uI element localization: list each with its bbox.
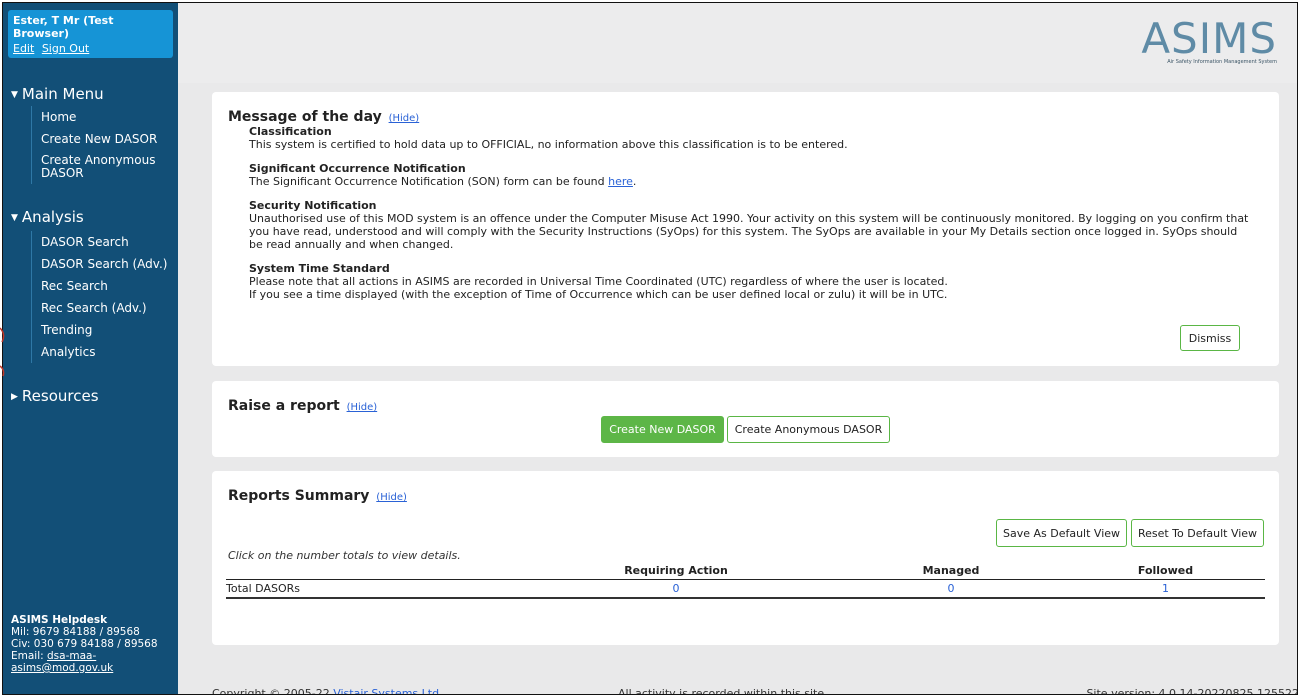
helpdesk-email-prefix: Email: — [11, 650, 48, 662]
sidebar-item-create-anonymous-dasor[interactable]: Create Anonymous DASOR — [41, 150, 174, 184]
user-name: Ester, T Mr (Test Browser) — [13, 14, 114, 40]
raise-hide-link[interactable]: (Hide) — [347, 402, 378, 413]
son-text-end: . — [632, 175, 637, 188]
raise-title-row: Raise a report (Hide) — [228, 398, 1263, 414]
son-text: The Significant Occurrence Notification … — [249, 175, 609, 188]
main-menu-label: Main Menu — [21, 85, 104, 103]
asims-logo: ASIMS Air Safety Information Management … — [1141, 14, 1277, 66]
table-row: Total DASORs 0 0 1 — [226, 579, 1265, 599]
summary-hint: Click on the number totals to view detai… — [228, 549, 461, 562]
column-header-followed: Followed — [1066, 562, 1265, 580]
expanded-triangle-icon: ▼ — [11, 213, 18, 223]
sidebar-item-analytics[interactable]: Analytics — [41, 341, 174, 363]
sidebar-item-rec-search-adv[interactable]: Rec Search (Adv.) — [41, 297, 174, 319]
reports-summary-panel: Reports Summary (Hide) Save As Default V… — [212, 471, 1279, 645]
create-anonymous-dasor-button[interactable]: Create Anonymous DASOR — [727, 416, 890, 443]
user-box: Ester, T Mr (Test Browser) Edit Sign Out — [8, 10, 173, 58]
time-standard-text-1: Please note that all actions in ASIMS ar… — [249, 275, 948, 288]
raise-title: Raise a report — [228, 398, 340, 414]
sidebar-item-trending[interactable]: Trending — [41, 319, 174, 341]
sidebar-item-dasor-search-adv[interactable]: DASOR Search (Adv.) — [41, 253, 174, 275]
motd-title-row: Message of the day (Hide) — [228, 109, 1263, 125]
sidebar-item-create-new-dasor[interactable]: Create New DASOR — [41, 128, 174, 150]
dismiss-button[interactable]: Dismiss — [1180, 325, 1240, 351]
column-header-managed: Managed — [836, 562, 1066, 580]
site-version: Site version: 4.0.14-20220825.125522 — [1086, 687, 1298, 695]
activity-notice: All activity is recorded within this sit… — [618, 687, 825, 695]
son-heading: Significant Occurrence Notification — [249, 162, 466, 175]
analysis-group: DASOR Search DASOR Search (Adv.) Rec Sea… — [31, 231, 174, 363]
time-standard-text-2: If you see a time displayed (with the ex… — [249, 288, 948, 301]
edit-user-link[interactable]: Edit — [13, 42, 34, 55]
summary-title-row: Reports Summary (Hide) — [228, 488, 1263, 504]
message-of-the-day-panel: Message of the day (Hide) Classification… — [212, 92, 1279, 366]
sidebar-item-dasor-search[interactable]: DASOR Search — [41, 231, 174, 253]
app-frame: Ester, T Mr (Test Browser) Edit Sign Out… — [2, 2, 1298, 695]
analysis-label: Analysis — [21, 208, 84, 226]
save-default-view-button[interactable]: Save As Default View — [996, 519, 1127, 547]
main-menu-heading[interactable]: ▼ Main Menu — [11, 85, 104, 103]
logo-text: ASIMS — [1141, 14, 1277, 63]
sidebar-item-rec-search[interactable]: Rec Search — [41, 275, 174, 297]
main-menu-group: Home Create New DASOR Create Anonymous D… — [31, 106, 174, 184]
resources-heading[interactable]: ▶ Resources — [11, 387, 99, 405]
sign-out-link[interactable]: Sign Out — [42, 42, 89, 55]
helpdesk-info: ASIMS Helpdesk Mil: 9679 84188 / 89568 C… — [11, 614, 176, 674]
header: ASIMS Air Safety Information Management … — [178, 3, 1297, 83]
sidebar: Ester, T Mr (Test Browser) Edit Sign Out… — [3, 3, 178, 694]
security-text: Unauthorised use of this MOD system is a… — [249, 212, 1249, 251]
annotation-mark — [0, 327, 5, 377]
vistair-link[interactable]: Vistair Systems Ltd — [333, 687, 439, 694]
summary-hide-link[interactable]: (Hide) — [376, 492, 407, 503]
motd-hide-link[interactable]: (Hide) — [389, 113, 420, 124]
copyright-text: Copyright © 2005-22 — [212, 687, 334, 695]
collapsed-triangle-icon: ▶ — [11, 392, 18, 402]
sidebar-item-home[interactable]: Home — [41, 106, 174, 128]
classification-text: This system is certified to hold data up… — [249, 138, 848, 151]
resources-label: Resources — [21, 387, 99, 405]
son-here-link[interactable]: here — [608, 175, 633, 188]
motd-title: Message of the day — [228, 109, 382, 125]
managed-count[interactable]: 0 — [836, 579, 1066, 599]
summary-title: Reports Summary — [228, 488, 370, 504]
security-heading: Security Notification — [249, 199, 377, 212]
helpdesk-title: ASIMS Helpdesk — [11, 614, 108, 626]
main-content: ASIMS Air Safety Information Management … — [178, 3, 1298, 695]
analysis-heading[interactable]: ▼ Analysis — [11, 208, 84, 226]
summary-table: Requiring Action Managed Followed Total … — [226, 562, 1265, 599]
time-standard-heading: System Time Standard — [249, 262, 390, 275]
column-header-requiring-action: Requiring Action — [516, 562, 836, 580]
expanded-triangle-icon: ▼ — [11, 90, 18, 100]
followed-count[interactable]: 1 — [1066, 579, 1265, 599]
helpdesk-mil: Mil: 9679 84188 / 89568 — [11, 626, 140, 638]
create-new-dasor-button[interactable]: Create New DASOR — [601, 416, 724, 443]
reset-default-view-button[interactable]: Reset To Default View — [1131, 519, 1264, 547]
row-label: Total DASORs — [226, 579, 516, 599]
column-header-label — [226, 562, 516, 580]
requiring-action-count[interactable]: 0 — [516, 579, 836, 599]
classification-heading: Classification — [249, 125, 332, 138]
helpdesk-civ: Civ: 030 679 84188 / 89568 — [11, 638, 158, 650]
raise-report-panel: Raise a report (Hide) Create New DASOR C… — [212, 381, 1279, 457]
